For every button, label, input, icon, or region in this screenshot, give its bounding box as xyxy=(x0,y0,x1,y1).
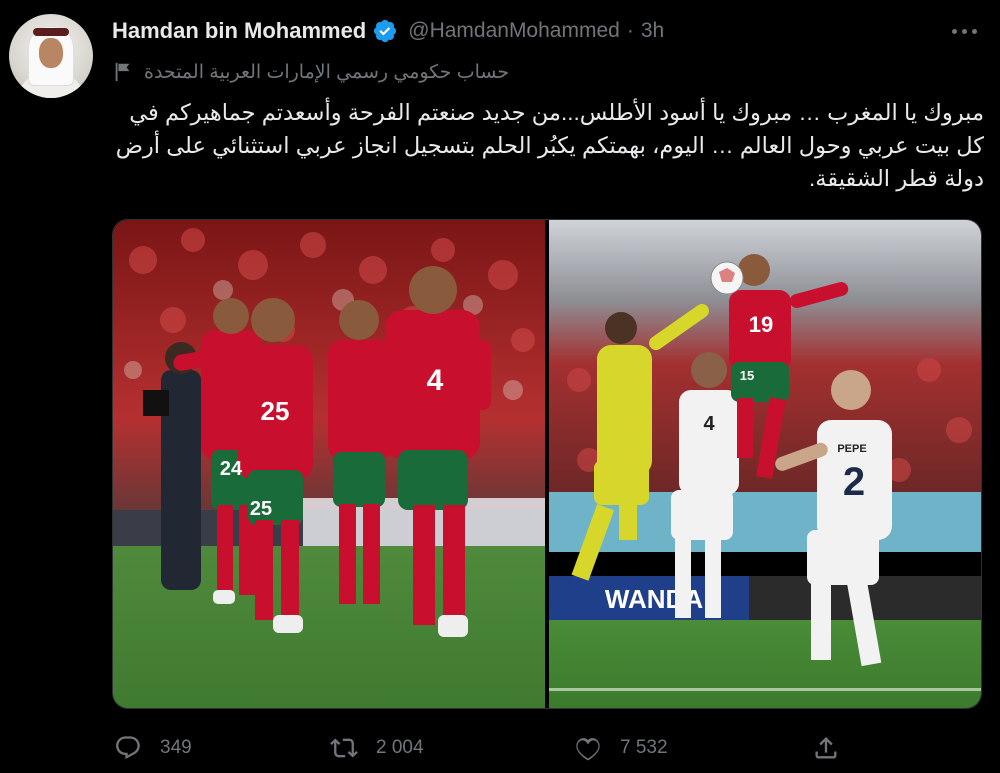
government-label-text: حساب حكومي رسمي الإمارات العربية المتحدة xyxy=(144,61,510,83)
author-handle[interactable]: @HamdanMohammed xyxy=(408,19,620,43)
avatar[interactable] xyxy=(9,14,93,98)
government-label[interactable]: حساب حكومي رسمي الإمارات العربية المتحدة xyxy=(112,58,509,86)
separator-dot: · xyxy=(626,19,634,42)
reply-icon xyxy=(116,736,140,760)
jersey-number: 4 xyxy=(703,413,715,435)
shorts-number: 25 xyxy=(250,498,272,520)
like-button[interactable]: 7 532 xyxy=(574,728,668,768)
like-count: 7 532 xyxy=(620,737,668,758)
shirt-name: PEPE xyxy=(837,443,866,455)
verified-badge-icon xyxy=(372,18,398,44)
tweet-time[interactable]: 3h xyxy=(641,19,664,43)
share-icon xyxy=(815,737,837,759)
tweet-actions: 349 2 004 7 532 xyxy=(112,728,984,768)
government-flag-icon xyxy=(115,62,130,82)
jersey-number: 4 xyxy=(427,364,444,397)
retweet-count: 2 004 xyxy=(376,737,424,758)
jersey-number: 19 xyxy=(749,312,773,337)
jersey-number: 2 xyxy=(843,460,865,504)
tweet-media[interactable]: 25 4 24 25 WANDA 4 19 15 PEPE 2 xyxy=(112,219,982,709)
tweet[interactable]: Hamdan bin Mohammed @HamdanMohammed · 3h… xyxy=(0,0,1000,773)
photo-header-goal[interactable]: WANDA 4 19 15 PEPE 2 xyxy=(549,220,981,708)
like-icon xyxy=(576,738,600,761)
photo-celebration[interactable]: 25 4 24 25 xyxy=(113,220,545,708)
shorts-number: 15 xyxy=(740,368,754,383)
author-name[interactable]: Hamdan bin Mohammed xyxy=(112,18,366,44)
shorts-number: 24 xyxy=(220,458,243,480)
retweet-button[interactable]: 2 004 xyxy=(330,728,424,768)
share-button[interactable] xyxy=(812,728,858,768)
retweet-icon xyxy=(330,738,358,758)
more-options-icon[interactable] xyxy=(950,22,980,42)
reply-button[interactable]: 349 xyxy=(114,728,192,768)
reply-count: 349 xyxy=(160,737,192,758)
tweet-header: Hamdan bin Mohammed @HamdanMohammed · 3h xyxy=(112,16,664,46)
tweet-text: مبروك يا المغرب … مبروك يا أسود الأطلس..… xyxy=(115,100,984,191)
jersey-number: 25 xyxy=(261,396,290,426)
